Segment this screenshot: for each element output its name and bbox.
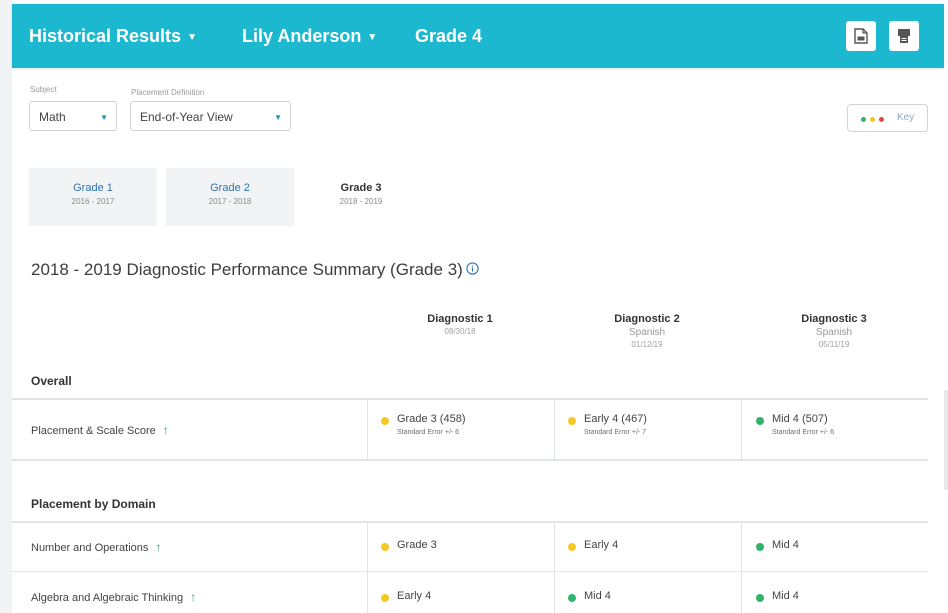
divider — [12, 571, 928, 572]
green-dot-icon — [756, 417, 764, 425]
placement-by-domain-label: Placement by Domain — [31, 497, 156, 511]
key-label: Key — [897, 112, 915, 123]
tab-grade-years: 2017 - 2018 — [208, 197, 252, 206]
tab-grade-name: Grade 2 — [210, 182, 250, 194]
column-divider — [367, 523, 368, 613]
column-divider — [554, 523, 555, 613]
diagnostic-name: Diagnostic 3 — [801, 313, 867, 325]
standard-error: Standard Error +/- 6 — [397, 429, 460, 436]
yellow-dot-icon — [381, 594, 389, 602]
print-icon — [898, 29, 910, 43]
chevron-down-icon: ▼ — [100, 113, 108, 122]
diagnostic-name: Diagnostic 2 — [614, 313, 680, 325]
diagnostic-name: Diagnostic 1 — [427, 313, 493, 325]
divider — [12, 459, 928, 461]
student-name: Lily Anderson — [242, 26, 362, 46]
diagnostic-3-header: Diagnostic 3 Spanish 05/11/19 — [741, 313, 927, 349]
summary-title-text: 2018 - 2019 Diagnostic Performance Summa… — [31, 260, 463, 279]
row-label-text: Placement & Scale Score — [31, 425, 156, 437]
summary-title: 2018 - 2019 Diagnostic Performance Summa… — [31, 260, 479, 281]
green-dot-icon — [756, 594, 764, 602]
subject-label: Subject — [30, 85, 57, 94]
diagnostic-1-header: Diagnostic 1 08/30/18 — [367, 313, 553, 336]
column-divider — [741, 400, 742, 459]
historical-results-label: Historical Results — [29, 26, 182, 46]
domain-placement: Early 4 — [397, 590, 432, 602]
subject-select[interactable]: Math ▼ — [29, 101, 117, 131]
placement-definition-select[interactable]: End-of-Year View ▼ — [130, 101, 291, 131]
scrollbar[interactable] — [944, 390, 948, 490]
domain-placement: Mid 4 — [772, 590, 799, 602]
info-icon[interactable] — [466, 260, 479, 280]
tab-grade-years: 2018 - 2019 — [339, 197, 383, 206]
chevron-down-icon: ▼ — [274, 113, 282, 122]
standard-error: Standard Error +/- 6 — [772, 429, 835, 436]
domain-placement: Grade 3 — [397, 539, 437, 551]
chevron-down-icon: ▼ — [367, 32, 378, 43]
yellow-dot-icon — [568, 543, 576, 551]
yellow-dot-icon — [381, 417, 389, 425]
tab-grade-name: Grade 1 — [73, 182, 113, 194]
diagnostic-language: Spanish — [815, 327, 853, 338]
diagnostic-language: Spanish — [628, 327, 666, 338]
tab-grade-3[interactable]: Grade 3 2018 - 2019 — [297, 168, 425, 226]
yellow-dot-icon — [870, 117, 875, 122]
diagnostic-2-header: Diagnostic 2 Spanish 01/12/19 — [554, 313, 740, 349]
tab-grade-1[interactable]: Grade 1 2016 - 2017 — [29, 168, 157, 226]
algebra-label: Algebra and Algebraic Thinking ↑ — [31, 590, 196, 604]
left-gutter — [0, 0, 12, 613]
diagnostic-date: 01/12/19 — [631, 340, 663, 349]
divider — [12, 521, 928, 523]
placement-definition-value: End-of-Year View — [140, 110, 233, 124]
row-label-text: Algebra and Algebraic Thinking — [31, 592, 184, 604]
pdf-button[interactable] — [846, 21, 876, 51]
pdf-icon — [854, 28, 868, 44]
arrow-up-icon: ↑ — [155, 540, 162, 554]
yellow-dot-icon — [568, 417, 576, 425]
subject-value: Math — [39, 110, 66, 124]
number-operations-label: Number and Operations ↑ — [31, 540, 161, 554]
column-divider — [554, 400, 555, 459]
overall-section-label: Overall — [31, 374, 72, 388]
domain-placement: Early 4 — [584, 539, 619, 551]
student-dropdown[interactable]: Lily Anderson ▼ — [242, 26, 377, 50]
domain-placement: Mid 4 — [584, 590, 611, 602]
header-bar: Historical Results ▼ Lily Anderson ▼ Grade… — [12, 4, 944, 68]
green-dot-icon — [568, 594, 576, 602]
column-divider — [741, 523, 742, 613]
row-label-text: Number and Operations — [31, 542, 149, 554]
grade-label: Grade 4 — [415, 26, 483, 46]
arrow-up-icon: ↑ — [162, 423, 169, 437]
historical-results-dropdown[interactable]: Historical Results ▼ — [29, 26, 197, 50]
green-dot-icon — [756, 543, 764, 551]
tab-grade-years: 2016 - 2017 — [71, 197, 115, 206]
tab-grade-name: Grade 3 — [340, 182, 382, 194]
divider — [12, 398, 928, 400]
standard-error: Standard Error +/- 7 — [584, 429, 647, 436]
print-button[interactable] — [889, 21, 919, 51]
domain-placement: Mid 4 — [772, 539, 799, 551]
key-button[interactable]: Key — [847, 104, 928, 132]
red-dot-icon — [879, 117, 884, 122]
column-divider — [367, 400, 368, 459]
placement-score: Mid 4 (507) — [772, 413, 828, 425]
green-dot-icon — [861, 117, 866, 122]
placement-score: Early 4 (467) — [584, 413, 647, 425]
yellow-dot-icon — [381, 543, 389, 551]
chevron-down-icon: ▼ — [187, 32, 197, 43]
tab-grade-2[interactable]: Grade 2 2017 - 2018 — [166, 168, 294, 226]
diagnostic-date: 08/30/18 — [444, 327, 476, 336]
placement-definition-label: Placement Definition — [131, 88, 205, 97]
arrow-up-icon: ↑ — [190, 590, 197, 604]
placement-score: Grade 3 (458) — [397, 413, 466, 425]
diagnostic-date: 05/11/19 — [818, 340, 850, 349]
placement-scale-score-label: Placement & Scale Score ↑ — [31, 423, 169, 437]
